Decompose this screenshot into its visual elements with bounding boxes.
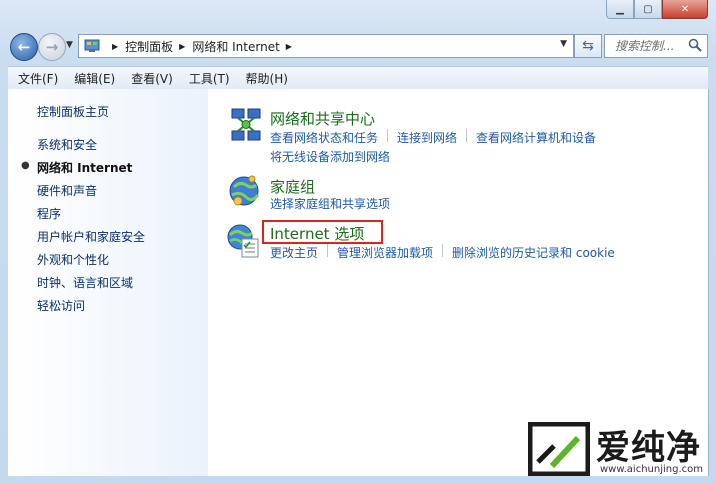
sidebar-item-hardware-sound[interactable]: 硬件和声音 <box>37 182 97 199</box>
task-manage-browser-addons[interactable]: 管理浏览器加载项 <box>337 244 433 261</box>
category-title-homegroup[interactable]: 家庭组 <box>270 176 315 197</box>
breadcrumb-control-panel[interactable]: 控制面板 <box>125 38 173 55</box>
divider <box>442 244 444 257</box>
caption-buttons: ▁ ▢ ✕ <box>606 0 708 20</box>
recent-pages-dropdown-icon[interactable]: ▼ <box>66 40 73 50</box>
highlight-box <box>262 220 383 244</box>
breadcrumb-separator-icon[interactable]: ▶ <box>112 42 118 51</box>
menu-bar: 文件(F) 编辑(E) 查看(V) 工具(T) 帮助(H) <box>8 66 708 90</box>
category-title-network-sharing[interactable]: 网络和共享中心 <box>270 108 375 129</box>
sidebar-item-ease-of-access[interactable]: 轻松访问 <box>37 297 85 314</box>
sidebar-item-system-security[interactable]: 系统和安全 <box>37 136 97 153</box>
navigation-bar: ← → ▼ ▶ 控制面板 ▶ 网络和 Internet ▶ ▼ ⇆ <box>0 30 716 64</box>
breadcrumb-separator-icon[interactable]: ▶ <box>286 42 292 51</box>
task-change-home-page[interactable]: 更改主页 <box>270 244 318 261</box>
watermark-logo-icon <box>528 422 590 476</box>
task-view-network-computers[interactable]: 查看网络计算机和设备 <box>476 129 596 146</box>
sidebar-item-network-internet: 网络和 Internet <box>37 161 133 175</box>
close-button[interactable]: ✕ <box>662 0 708 19</box>
address-bar[interactable]: ▶ 控制面板 ▶ 网络和 Internet ▶ ▼ <box>78 34 574 58</box>
task-add-wireless-device[interactable]: 将无线设备添加到网络 <box>270 148 390 165</box>
sidebar-item-programs[interactable]: 程序 <box>37 205 61 222</box>
menu-edit[interactable]: 编辑(E) <box>64 70 121 87</box>
watermark: 爱纯净 www.aichunjing.com <box>524 418 710 480</box>
homegroup-icon[interactable] <box>226 173 262 209</box>
breadcrumb-network-internet[interactable]: 网络和 Internet <box>192 38 279 55</box>
current-item-bullet-icon: ● <box>21 160 30 171</box>
control-panel-icon <box>84 39 100 52</box>
divider <box>466 129 468 142</box>
menu-file[interactable]: 文件(F) <box>8 70 64 87</box>
sidebar-item-appearance[interactable]: 外观和个性化 <box>37 251 109 268</box>
task-list: 更改主页 管理浏览器加载项 删除浏览的历史记录和 cookie <box>270 244 615 261</box>
maximize-button[interactable]: ▢ <box>634 0 662 19</box>
minimize-button[interactable]: ▁ <box>606 0 634 19</box>
breadcrumb-separator-icon[interactable]: ▶ <box>179 42 185 51</box>
refresh-button[interactable]: ⇆ <box>574 34 602 58</box>
back-arrow-icon: ← <box>17 38 31 56</box>
back-button[interactable]: ← <box>10 33 38 61</box>
task-view-network-status[interactable]: 查看网络状态和任务 <box>270 129 378 146</box>
task-choose-homegroup-options[interactable]: 选择家庭组和共享选项 <box>270 195 390 212</box>
forward-arrow-icon: → <box>45 38 59 56</box>
task-connect-to-network[interactable]: 连接到网络 <box>397 129 457 146</box>
search-icon[interactable] <box>688 38 702 52</box>
divider <box>387 129 389 142</box>
refresh-icon: ⇆ <box>582 38 594 54</box>
sidebar-item-user-accounts[interactable]: 用户帐户和家庭安全 <box>37 228 145 245</box>
watermark-url: www.aichunjing.com <box>600 464 703 475</box>
network-sharing-center-icon[interactable] <box>228 107 264 143</box>
task-list: 查看网络状态和任务 连接到网络 查看网络计算机和设备 <box>270 129 596 146</box>
address-dropdown-icon[interactable]: ▼ <box>560 39 567 49</box>
breadcrumb: ▶ 控制面板 ▶ 网络和 Internet ▶ <box>106 38 299 55</box>
menu-help[interactable]: 帮助(H) <box>236 70 294 87</box>
menu-view[interactable]: 查看(V) <box>121 70 179 87</box>
search-input[interactable] <box>613 38 693 54</box>
sidebar-item-clock-language[interactable]: 时钟、语言和区域 <box>37 274 133 291</box>
control-panel-window: ▁ ▢ ✕ ← → ▼ ▶ 控制面板 ▶ 网络和 Internet ▶ ▼ ⇆ <box>0 0 716 484</box>
internet-options-icon[interactable] <box>226 223 262 259</box>
sidebar: 控制面板主页 系统和安全 ● 网络和 Internet 硬件和声音 程序 用户帐… <box>8 89 208 476</box>
forward-button[interactable]: → <box>38 33 66 61</box>
search-box[interactable] <box>604 34 708 58</box>
task-list: 将无线设备添加到网络 <box>270 148 390 165</box>
task-delete-browsing-history[interactable]: 删除浏览的历史记录和 cookie <box>452 244 615 261</box>
watermark-text: 爱纯净 <box>596 428 701 468</box>
divider <box>327 244 329 257</box>
task-list: 选择家庭组和共享选项 <box>270 195 390 212</box>
sidebar-control-panel-home[interactable]: 控制面板主页 <box>37 103 109 120</box>
menu-tools[interactable]: 工具(T) <box>179 70 236 87</box>
